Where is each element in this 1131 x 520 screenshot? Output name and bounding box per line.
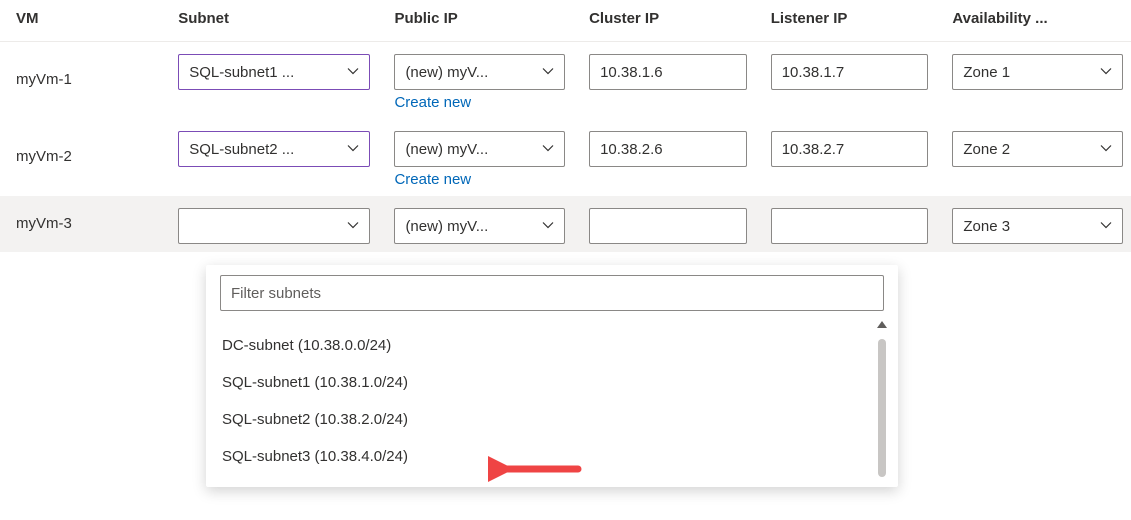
chevron-down-icon <box>347 141 359 158</box>
annotation-arrow-icon <box>488 454 588 484</box>
listener-ip-value: 10.38.1.7 <box>782 64 845 81</box>
cluster-ip-value: 10.38.1.6 <box>600 64 663 81</box>
availability-select[interactable]: Zone 2 <box>952 131 1123 167</box>
public-ip-select[interactable]: (new) myV... <box>394 131 565 167</box>
public-ip-select-label: (new) myV... <box>405 64 536 81</box>
availability-select-label: Zone 1 <box>963 64 1094 81</box>
create-new-link[interactable]: Create new <box>394 171 471 188</box>
header-vm: VM <box>0 0 162 42</box>
chevron-down-icon <box>347 218 359 235</box>
public-ip-select-label: (new) myV... <box>405 141 536 158</box>
scrollbar-thumb[interactable] <box>878 339 886 477</box>
vm-name: myVm-3 <box>0 196 162 252</box>
subnet-select[interactable]: SQL-subnet1 ... <box>178 54 370 90</box>
header-availability: Availability ... <box>936 0 1131 42</box>
chevron-down-icon <box>1100 218 1112 235</box>
vm-config-table: VM Subnet Public IP Cluster IP Listener … <box>0 0 1131 252</box>
chevron-down-icon <box>542 64 554 81</box>
public-ip-select[interactable]: (new) myV... <box>394 208 565 244</box>
table-row: myVm-3 (new) myV... <box>0 196 1131 252</box>
availability-select[interactable]: Zone 1 <box>952 54 1123 90</box>
vm-name: myVm-2 <box>0 119 162 196</box>
chevron-down-icon <box>1100 141 1112 158</box>
cluster-ip-input[interactable] <box>589 208 747 244</box>
listener-ip-value: 10.38.2.7 <box>782 141 845 158</box>
header-cluster-ip: Cluster IP <box>573 0 755 42</box>
chevron-down-icon <box>542 218 554 235</box>
availability-select[interactable]: Zone 3 <box>952 208 1123 244</box>
subnet-option[interactable]: DC-subnet (10.38.0.0/24) <box>220 327 884 364</box>
public-ip-select-label: (new) myV... <box>405 218 536 235</box>
cluster-ip-value: 10.38.2.6 <box>600 141 663 158</box>
chevron-down-icon <box>347 64 359 81</box>
cluster-ip-input[interactable]: 10.38.2.6 <box>589 131 747 167</box>
create-new-link[interactable]: Create new <box>394 94 471 111</box>
subnet-select-label: SQL-subnet2 ... <box>189 141 341 158</box>
subnet-option[interactable]: SQL-subnet2 (10.38.2.0/24) <box>220 401 884 438</box>
chevron-down-icon <box>1100 64 1112 81</box>
public-ip-select[interactable]: (new) myV... <box>394 54 565 90</box>
subnet-option-list: DC-subnet (10.38.0.0/24) SQL-subnet1 (10… <box>220 327 884 475</box>
table-row: myVm-2 SQL-subnet2 ... (new) myV... Crea… <box>0 119 1131 196</box>
cluster-ip-input[interactable]: 10.38.1.6 <box>589 54 747 90</box>
subnet-option[interactable]: SQL-subnet1 (10.38.1.0/24) <box>220 364 884 401</box>
availability-select-label: Zone 3 <box>963 218 1094 235</box>
table-row: myVm-1 SQL-subnet1 ... (new) myV... Crea… <box>0 42 1131 120</box>
listener-ip-input[interactable]: 10.38.2.7 <box>771 131 929 167</box>
chevron-down-icon <box>542 141 554 158</box>
subnet-select[interactable]: SQL-subnet2 ... <box>178 131 370 167</box>
listener-ip-input[interactable] <box>771 208 929 244</box>
header-public-ip: Public IP <box>378 0 573 42</box>
subnet-filter-input[interactable] <box>220 275 884 311</box>
listener-ip-input[interactable]: 10.38.1.7 <box>771 54 929 90</box>
scroll-up-arrow-icon[interactable] <box>877 321 887 328</box>
header-listener-ip: Listener IP <box>755 0 937 42</box>
header-subnet: Subnet <box>162 0 378 42</box>
subnet-select-label: SQL-subnet1 ... <box>189 64 341 81</box>
subnet-select[interactable] <box>178 208 370 244</box>
availability-select-label: Zone 2 <box>963 141 1094 158</box>
vm-name: myVm-1 <box>0 42 162 120</box>
